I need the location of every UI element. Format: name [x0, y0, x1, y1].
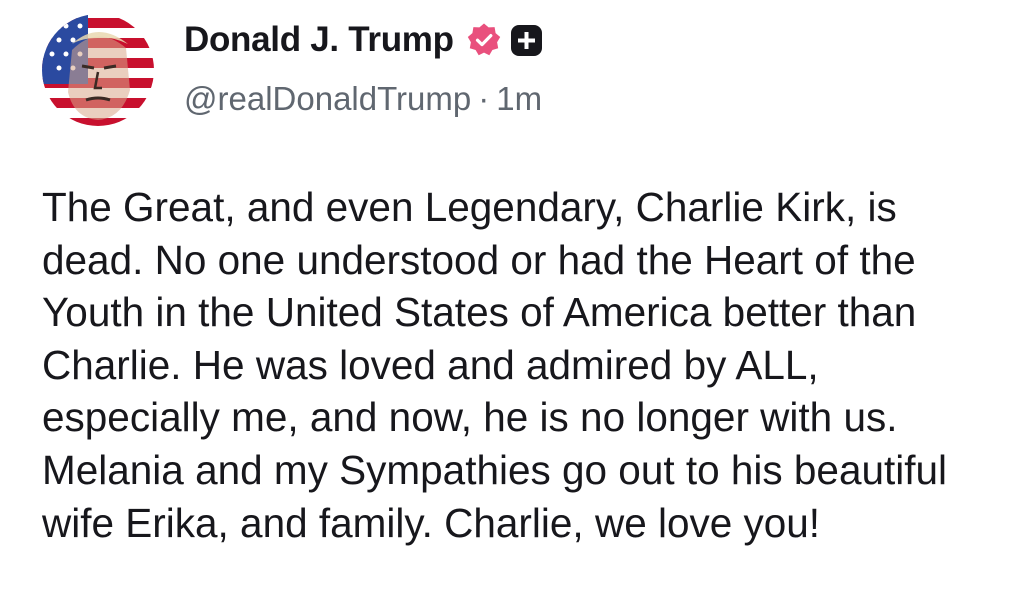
meta-separator: · — [478, 80, 490, 117]
avatar[interactable] — [42, 14, 154, 126]
verified-badge-icon — [466, 22, 502, 58]
author-handle[interactable]: @realDonaldTrump — [184, 80, 471, 117]
handle-row: @realDonaldTrump · 1m — [184, 80, 542, 118]
avatar-icon — [42, 14, 154, 126]
post-text: The Great, and even Legendary, Charlie K… — [42, 184, 948, 546]
plus-badge-icon — [510, 24, 543, 57]
author-row: Donald J. Trump — [184, 18, 543, 62]
truth-post: Donald J. Trump @realDonaldTrump · 1m The … — [0, 0, 1024, 611]
author-name[interactable]: Donald J. Trump — [184, 20, 454, 60]
post-timestamp[interactable]: 1m — [496, 80, 542, 117]
